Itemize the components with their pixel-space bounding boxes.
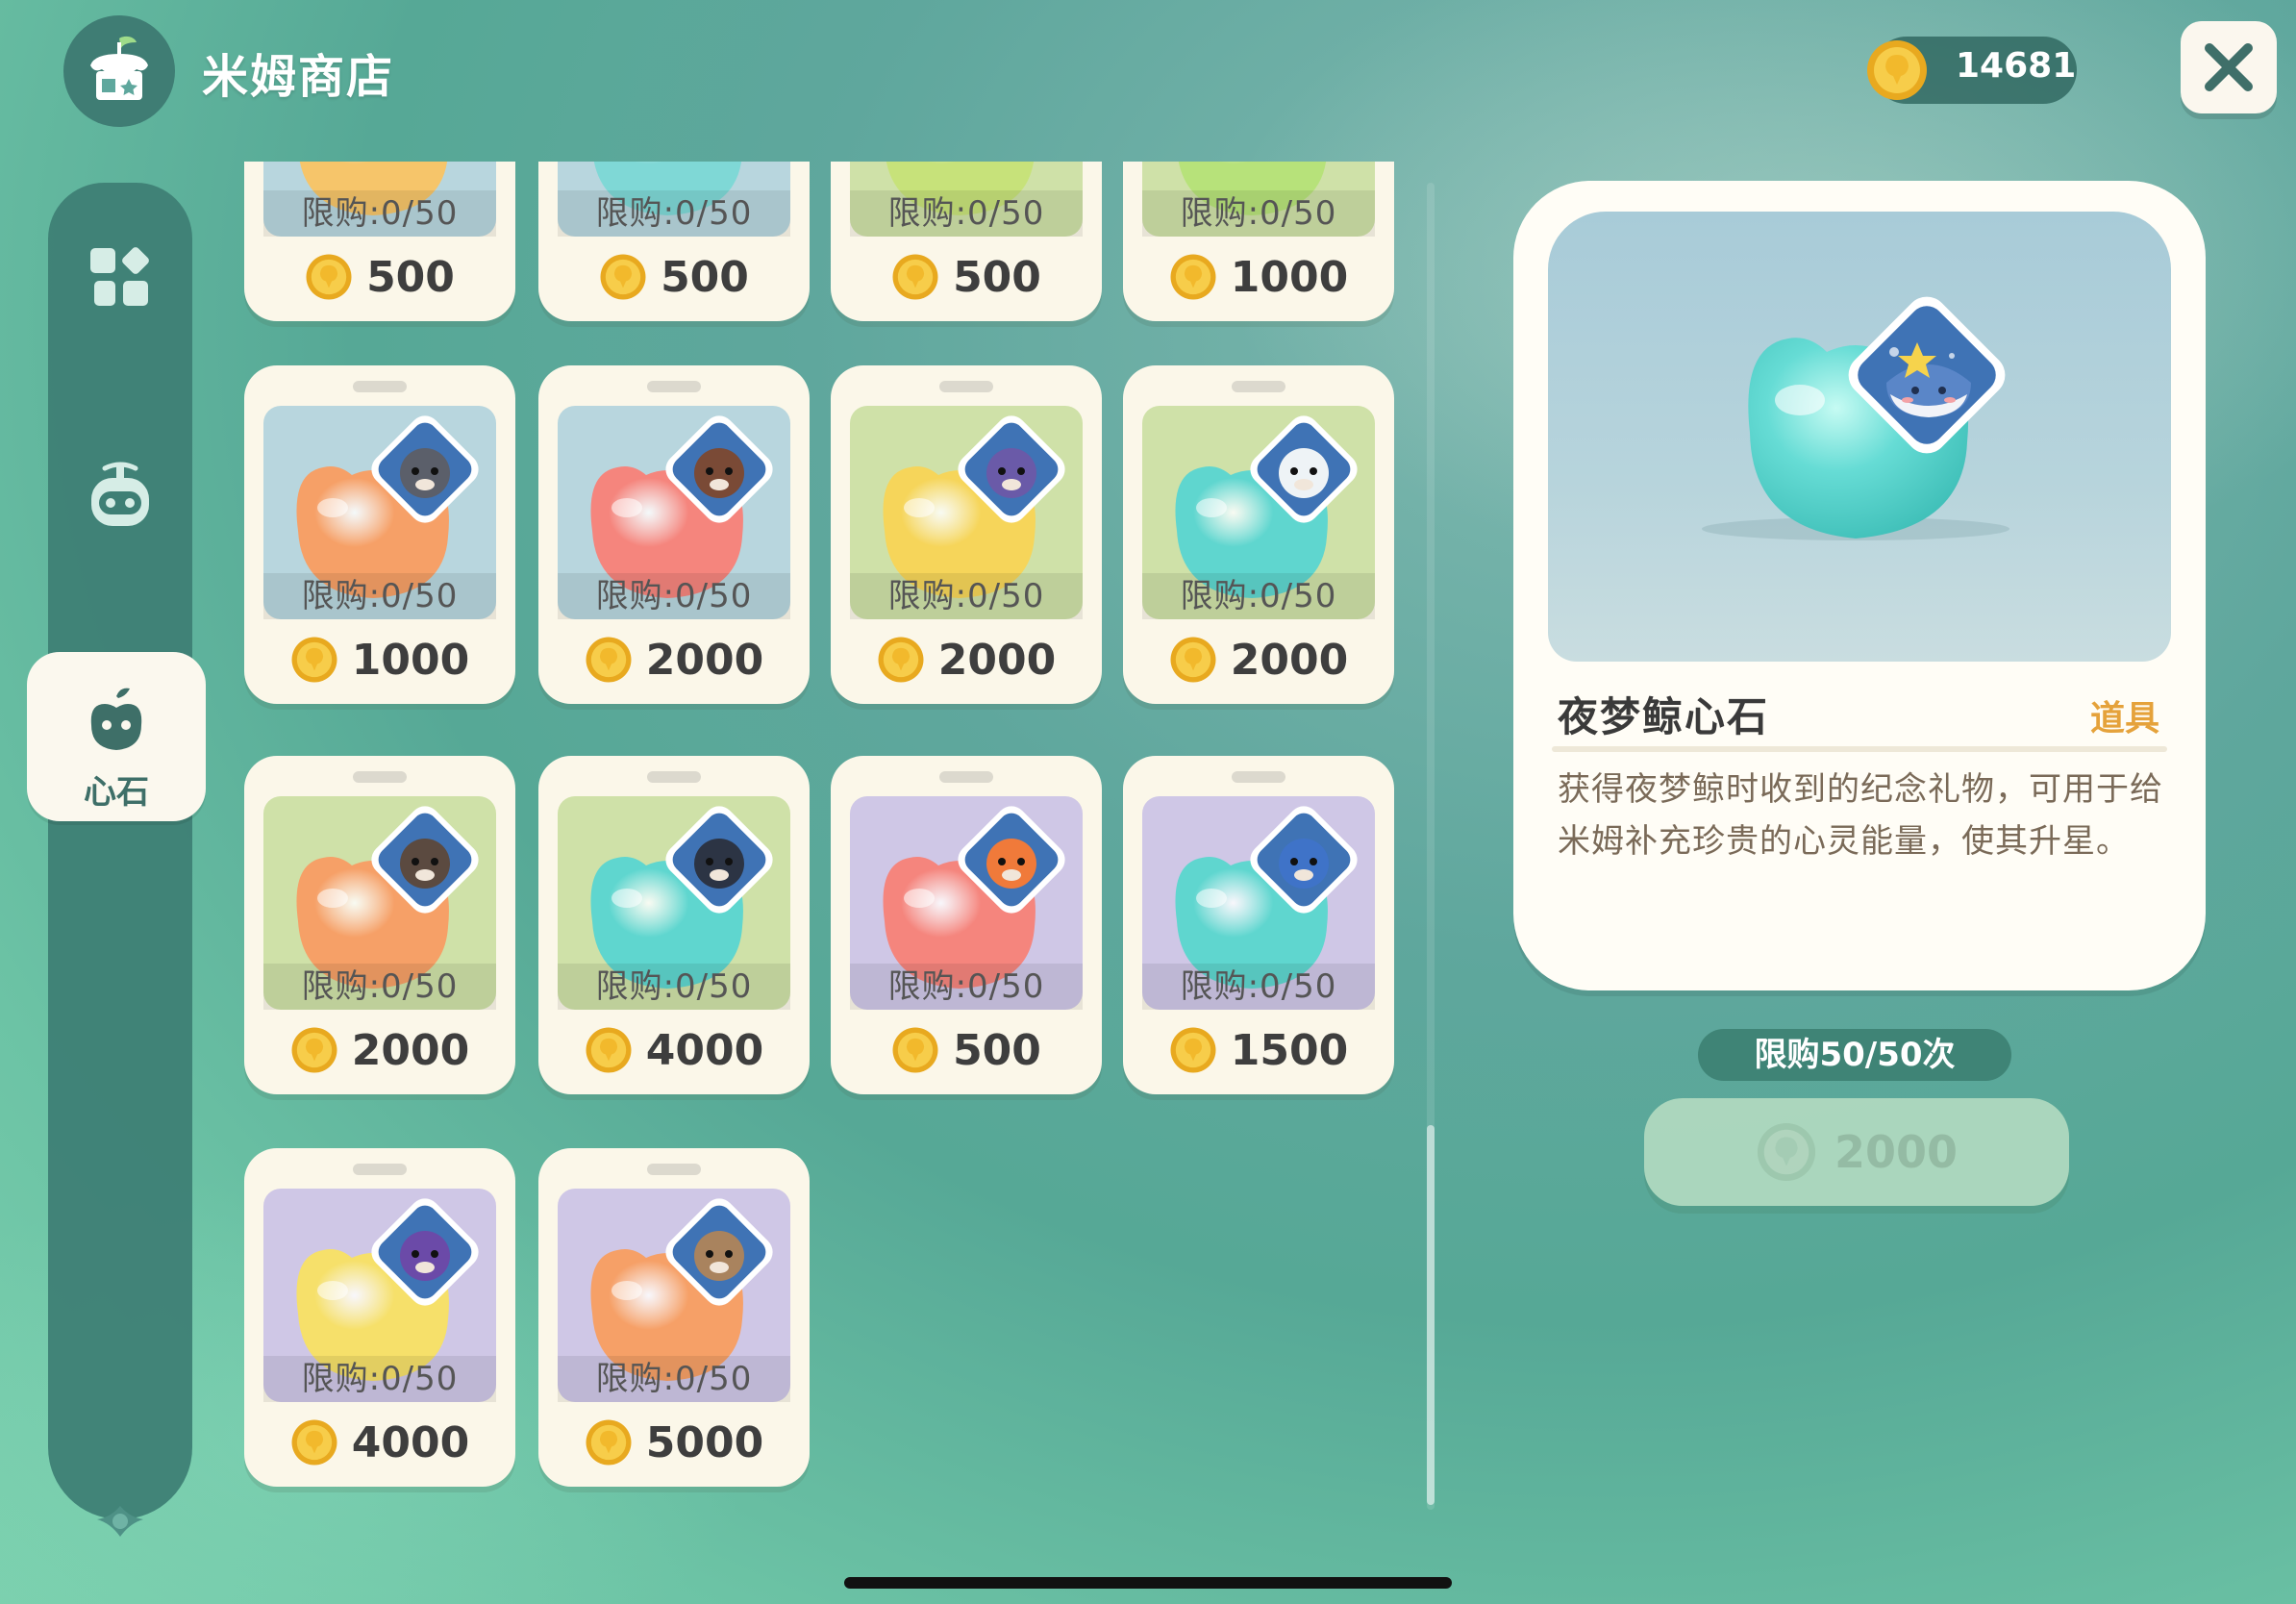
price-label: 500 xyxy=(953,252,1041,302)
product-card[interactable]: 限购:0/50 2000 xyxy=(1123,365,1394,704)
card-hanger xyxy=(1232,381,1285,392)
coin-icon xyxy=(291,1027,337,1073)
card-hanger xyxy=(939,771,993,783)
purchase-limit-label: 限购:0/50 xyxy=(558,573,790,619)
card-hanger xyxy=(647,771,701,783)
coin-icon xyxy=(291,1419,337,1466)
card-hanger xyxy=(1232,771,1285,783)
card-hanger xyxy=(353,381,407,392)
purchase-limit-label: 限购:0/50 xyxy=(850,573,1083,619)
purchase-limit-label: 限购:0/50 xyxy=(558,190,790,237)
price-label: 2000 xyxy=(645,635,764,685)
item-detail-image xyxy=(1548,212,2171,662)
price-label: 5000 xyxy=(645,1417,764,1467)
coin-icon xyxy=(1170,637,1216,683)
price-row: 500 xyxy=(538,250,810,304)
card-hanger xyxy=(647,381,701,392)
price-row: 1500 xyxy=(1123,1023,1394,1077)
product-card[interactable]: 限购:0/50 500 xyxy=(831,756,1102,1094)
buy-button[interactable]: 2000 xyxy=(1644,1098,2069,1206)
product-card[interactable]: 限购:0/50 2000 xyxy=(831,365,1102,704)
price-label: 4000 xyxy=(351,1417,470,1467)
purchase-limit-label: 限购:0/50 xyxy=(558,964,790,1010)
price-row: 2000 xyxy=(538,633,810,687)
product-card[interactable]: 限购:0/50 1500 xyxy=(1123,756,1394,1094)
purchase-limit-label: 限购:0/50 xyxy=(1142,964,1375,1010)
price-label: 2000 xyxy=(351,1025,470,1075)
purchase-limit-badge: 限购50/50次 xyxy=(1698,1029,2011,1081)
price-label: 4000 xyxy=(645,1025,764,1075)
price-label: 1500 xyxy=(1230,1025,1349,1075)
price-label: 1000 xyxy=(1230,252,1349,302)
product-grid: 限购:0/50 500 限购:0/50 500 限购:0/50 500 限购:0/50 100… xyxy=(0,162,1423,1527)
product-card[interactable]: 限购:0/50 500 xyxy=(831,162,1102,321)
price-row: 4000 xyxy=(244,1416,515,1469)
product-card[interactable]: 限购:0/50 1000 xyxy=(244,365,515,704)
close-button[interactable] xyxy=(2181,21,2277,113)
item-description: 获得夜梦鲸时收到的纪念礼物，可用于给米姆补充珍贵的心灵能量，使其升星。 xyxy=(1558,770,2163,861)
coin-icon xyxy=(586,1027,632,1073)
product-card[interactable]: 限购:0/50 2000 xyxy=(244,756,515,1094)
product-card[interactable]: 限购:0/50 1000 xyxy=(1123,162,1394,321)
price-label: 1000 xyxy=(351,635,470,685)
shop-title: 米姆商店 xyxy=(202,50,395,104)
price-row: 4000 xyxy=(538,1023,810,1077)
purchase-limit-label: 限购:0/50 xyxy=(263,964,496,1010)
divider xyxy=(1552,746,2167,752)
coin-icon xyxy=(586,637,632,683)
coin-icon xyxy=(878,637,924,683)
item-type-tag: 道具 xyxy=(2089,699,2159,739)
price-row: 2000 xyxy=(1123,633,1394,687)
product-card[interactable]: 限购:0/50 4000 xyxy=(244,1148,515,1487)
price-row: 5000 xyxy=(538,1416,810,1469)
price-label: 2000 xyxy=(1230,635,1349,685)
coin-icon xyxy=(586,1419,632,1466)
price-row: 500 xyxy=(831,1023,1102,1077)
price-label: 2000 xyxy=(937,635,1057,685)
product-card[interactable]: 限购:0/50 5000 xyxy=(538,1148,810,1487)
price-label: 500 xyxy=(953,1025,1041,1075)
card-hanger xyxy=(647,1164,701,1175)
product-card[interactable]: 限购:0/50 500 xyxy=(244,162,515,321)
price-row: 500 xyxy=(831,250,1102,304)
price-row: 2000 xyxy=(831,633,1102,687)
coin-icon xyxy=(892,254,938,300)
purchase-limit-label: 限购:0/50 xyxy=(263,1356,496,1402)
coin-balance: 14681 xyxy=(1956,46,2077,86)
price-row: 1000 xyxy=(1123,250,1394,304)
price-row: 2000 xyxy=(244,1023,515,1077)
coin-icon xyxy=(892,1027,938,1073)
purchase-limit-label: 限购:0/50 xyxy=(1142,190,1375,237)
card-hanger xyxy=(353,1164,407,1175)
price-label: 500 xyxy=(366,252,455,302)
price-row: 1000 xyxy=(244,633,515,687)
buy-price: 2000 xyxy=(1834,1126,1959,1178)
coin-icon xyxy=(1170,1027,1216,1073)
purchase-limit-label: 限购:0/50 xyxy=(1142,573,1375,619)
card-hanger xyxy=(939,381,993,392)
coin-icon xyxy=(600,254,646,300)
purchase-limit-label: 限购:0/50 xyxy=(263,573,496,619)
price-label: 500 xyxy=(661,252,749,302)
product-card[interactable]: 限购:0/50 2000 xyxy=(538,365,810,704)
shop-house-icon xyxy=(63,15,175,127)
coin-icon xyxy=(1170,254,1216,300)
close-icon xyxy=(2205,43,2253,91)
coin-icon xyxy=(306,254,352,300)
coin-icon xyxy=(1757,1122,1816,1182)
purchase-limit-label: 限购:0/50 xyxy=(850,964,1083,1010)
item-name: 夜梦鲸心石 xyxy=(1558,693,1770,740)
home-indicator[interactable] xyxy=(844,1577,1452,1589)
scrollbar-thumb[interactable] xyxy=(1427,1125,1435,1505)
purchase-limit-label: 限购:0/50 xyxy=(850,190,1083,237)
purchase-limit-label: 限购:0/50 xyxy=(263,190,496,237)
coin-icon xyxy=(1865,38,1929,106)
product-card[interactable]: 限购:0/50 4000 xyxy=(538,756,810,1094)
product-card[interactable]: 限购:0/50 500 xyxy=(538,162,810,321)
item-detail-panel: 夜梦鲸心石 道具 获得夜梦鲸时收到的纪念礼物，可用于给米姆补充珍贵的心灵能量，使… xyxy=(1513,181,2206,990)
price-row: 500 xyxy=(244,250,515,304)
purchase-limit-label: 限购:0/50 xyxy=(558,1356,790,1402)
card-hanger xyxy=(353,771,407,783)
coin-icon xyxy=(291,637,337,683)
